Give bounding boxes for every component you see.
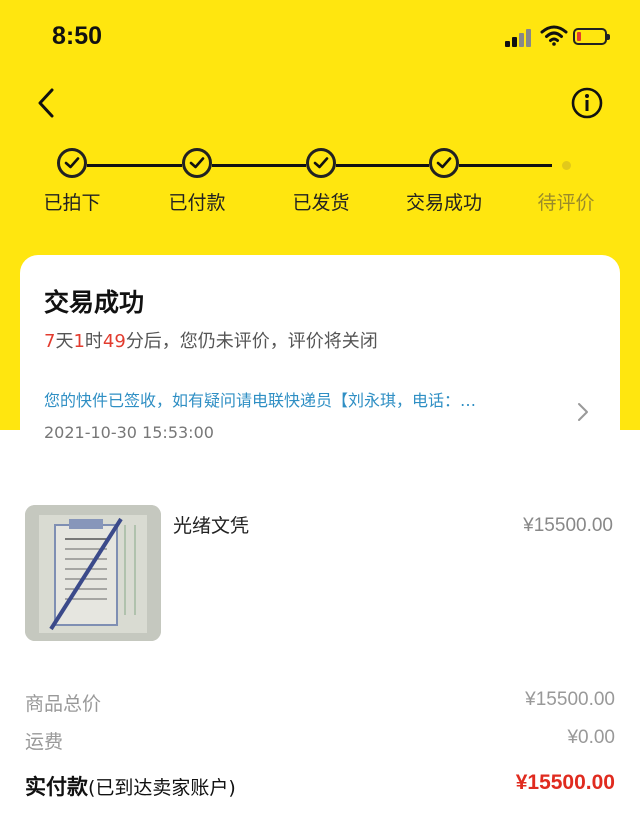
step-label-ordered: 已拍下 (43, 192, 101, 214)
shipping-row: 运费 ¥0.00 (25, 727, 615, 757)
paid-label: 实付款(已到达卖家账户) (25, 775, 236, 799)
progress-line (336, 164, 429, 167)
shipping-label: 运费 (25, 731, 64, 753)
paid-amount-row: 实付款(已到达卖家账户) ¥15500.00 (25, 771, 615, 801)
item-thumbnail[interactable] (25, 505, 161, 641)
goods-total-value: ¥15500.00 (525, 689, 615, 710)
wifi-icon (540, 25, 568, 46)
step-label-shipped: 已发货 (292, 192, 350, 214)
review-countdown: 7天1时49分后，您仍未评价，评价将关闭 (44, 331, 378, 352)
status-time: 8:50 (52, 22, 103, 50)
goods-total-label: 商品总价 (25, 693, 102, 715)
item-price: ¥15500.00 (523, 515, 613, 536)
step-label-review: 待评价 (537, 192, 595, 214)
order-status-title: 交易成功 (44, 288, 145, 317)
logistics-notice[interactable]: 您的快件已签收，如有疑问请电联快递员【刘永琪，电话：… (44, 387, 564, 411)
goods-total-row: 商品总价 ¥15500.00 (25, 689, 615, 719)
step-check-icon (306, 148, 336, 178)
item-title[interactable]: 光绪文凭 (173, 511, 249, 538)
step-check-icon (182, 148, 212, 178)
progress-line (459, 164, 552, 167)
paid-value: ¥15500.00 (515, 771, 615, 794)
info-icon[interactable] (570, 86, 604, 120)
chevron-right-icon[interactable] (575, 400, 591, 424)
logistics-time: 2021-10-30 15:53:00 (44, 423, 214, 442)
signal-icon (505, 27, 533, 47)
shipping-value: ¥0.00 (567, 727, 615, 748)
status-bar: 8:50 (0, 0, 640, 78)
back-arrow-icon[interactable] (30, 86, 64, 120)
progress-line (87, 164, 182, 167)
step-label-completed: 交易成功 (405, 192, 483, 214)
order-status-card: 交易成功 7天1时49分后，您仍未评价，评价将关闭 您的快件已签收，如有疑问请电… (20, 255, 620, 465)
battery-icon (573, 28, 610, 45)
progress-line (212, 164, 306, 167)
step-pending-dot (562, 161, 571, 170)
step-check-icon (429, 148, 459, 178)
step-label-paid: 已付款 (168, 192, 226, 214)
order-progress: 已拍下 已付款 已发货 交易成功 待评价 (0, 140, 640, 220)
step-check-icon (57, 148, 87, 178)
